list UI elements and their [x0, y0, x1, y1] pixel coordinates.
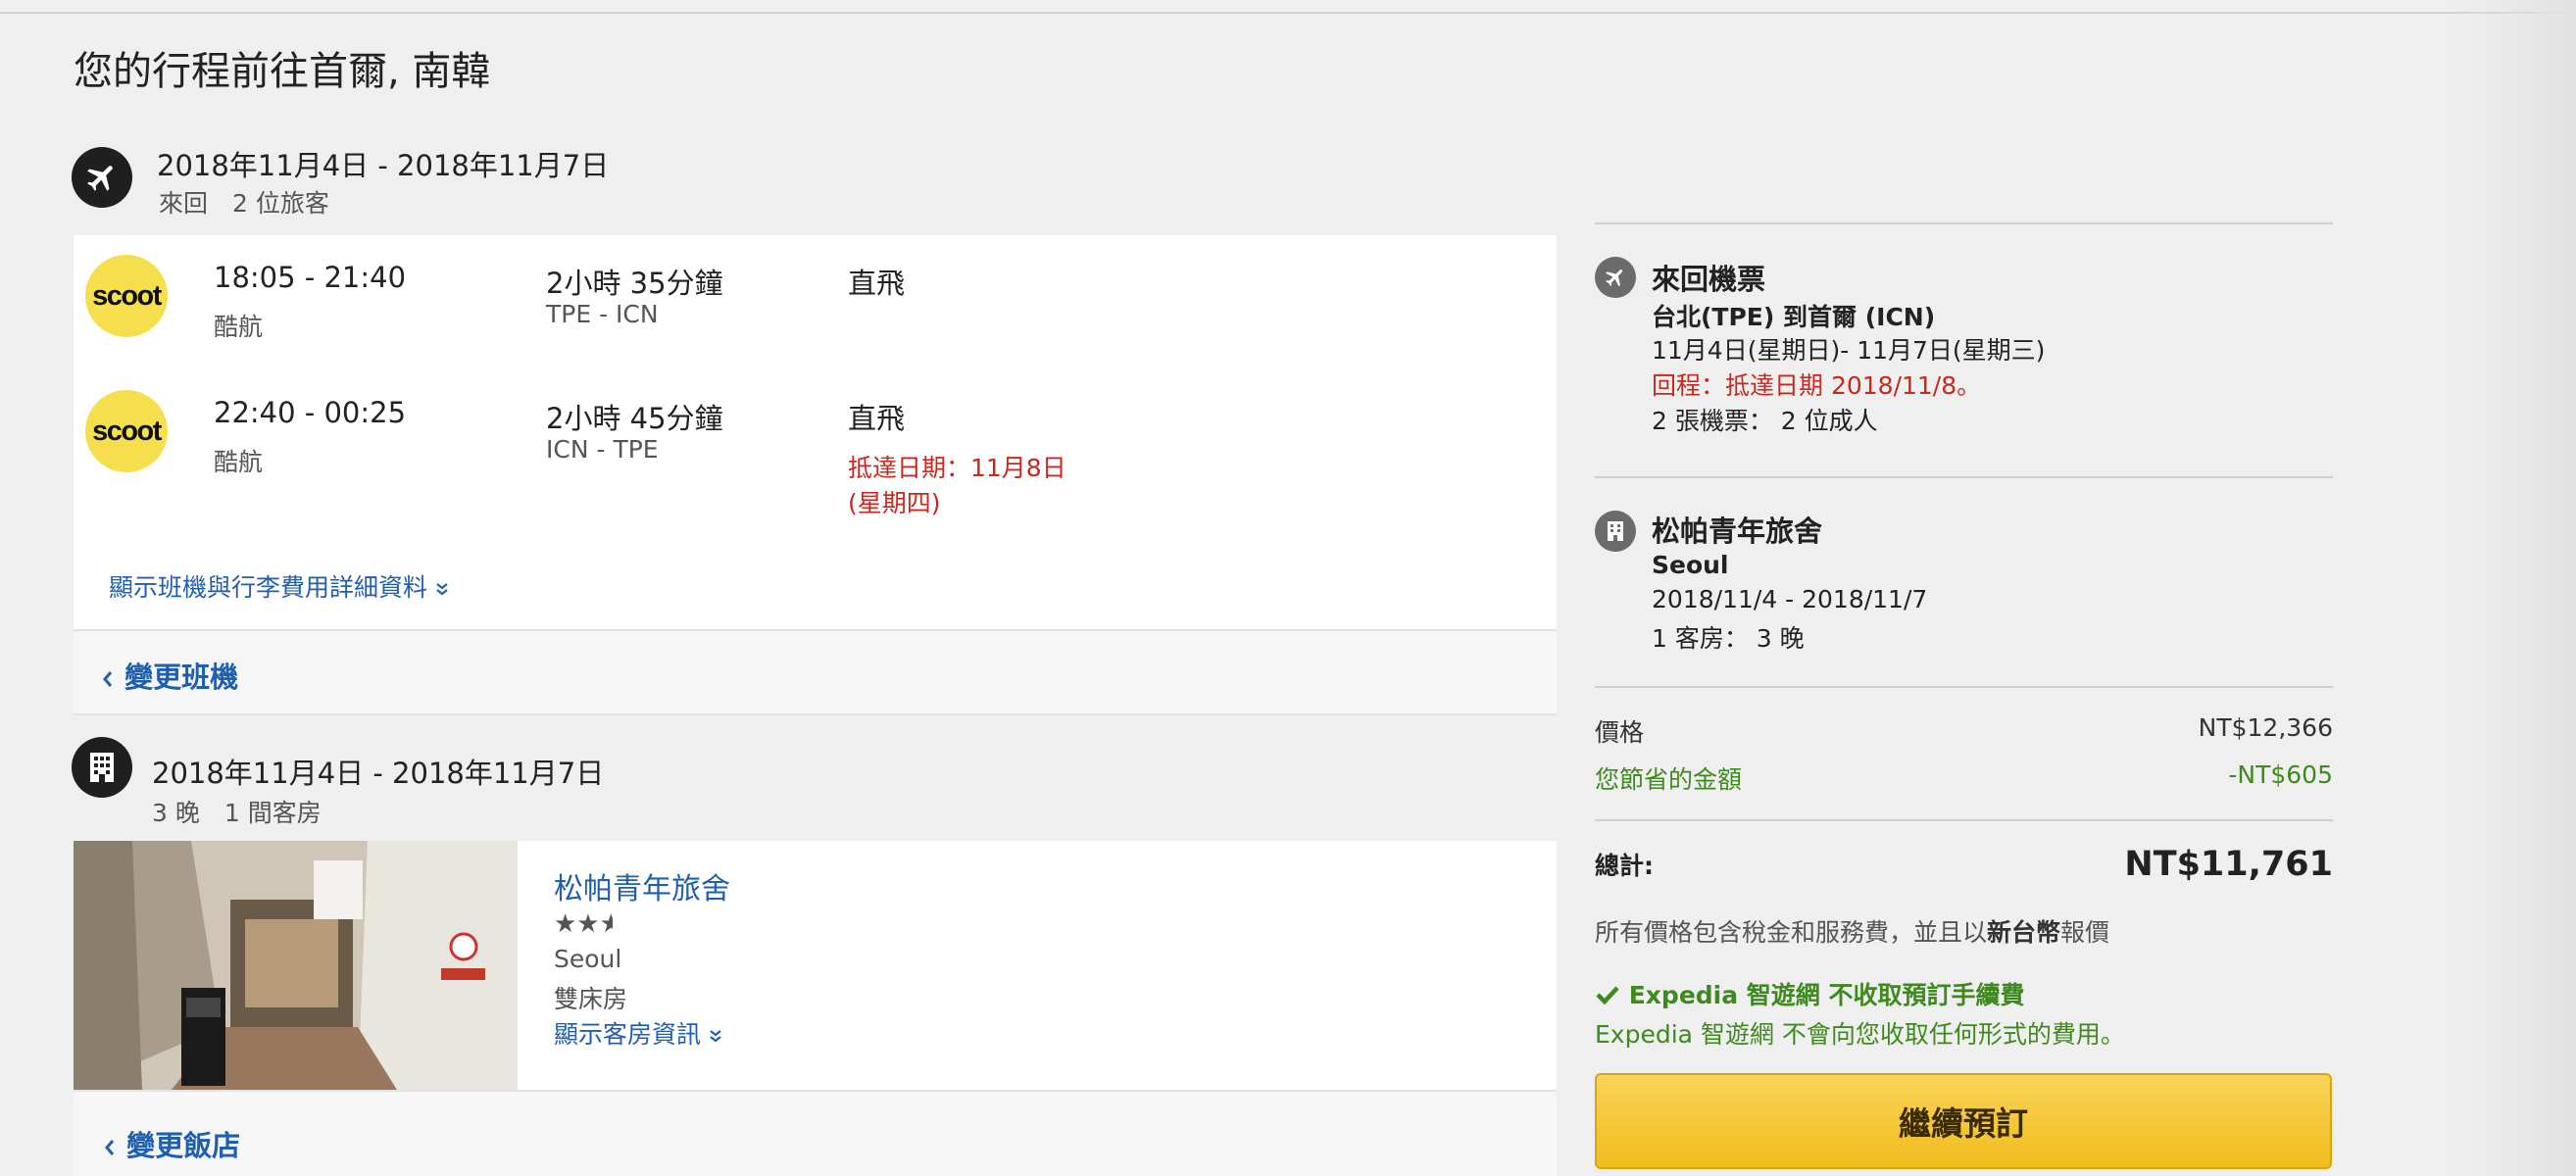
- page-title: 您的行程前往首爾, 南韓: [74, 49, 491, 94]
- leg-stops: 直飛: [848, 267, 906, 300]
- leg-stops: 直飛: [848, 402, 906, 435]
- summary-flight-dates: 11月4日(星期日)- 11月7日(星期三): [1652, 336, 2046, 365]
- tax-note: 所有價格包含稅金和服務費，並且以新台幣報價: [1595, 913, 2109, 949]
- change-hotel-button[interactable]: 變更飯店: [103, 1123, 240, 1164]
- leg-route: TPE - ICN: [546, 300, 659, 328]
- summary-divider: [1595, 222, 2333, 224]
- arrival-weekday-note: (星期四): [848, 489, 941, 517]
- leg-airline: 酷航: [214, 448, 264, 476]
- leg-times: 22:40 - 00:25: [214, 396, 407, 429]
- hotel-dates: 2018年11月4日 - 2018年11月7日: [152, 757, 605, 790]
- summary-flight-title: 來回機票: [1652, 263, 1766, 296]
- double-chevron-down-icon: [436, 583, 448, 596]
- airplane-icon: [1595, 257, 1636, 298]
- no-fee-text: Expedia 智遊網 不會向您收取任何形式的費用。: [1595, 1020, 2125, 1049]
- half-star-icon: ★: [599, 909, 613, 939]
- airplane-icon: [72, 147, 132, 208]
- total-label: 總計:: [1595, 852, 1654, 880]
- price-label: 價格: [1595, 718, 1645, 747]
- summary-hotel-city: Seoul: [1652, 551, 1729, 579]
- double-chevron-down-icon: [710, 1030, 721, 1043]
- building-icon: [72, 737, 132, 798]
- room-info-label: 顯示客房資訊: [554, 1020, 702, 1049]
- flight-details-link[interactable]: 顯示班機與行李費用詳細資料: [109, 568, 449, 604]
- change-hotel-bar: 變更飯店: [74, 1090, 1557, 1176]
- summary-ticket-count: 2 張機票： 2 位成人: [1652, 407, 1878, 435]
- summary-hotel-title: 松帕青年旅舍: [1652, 514, 1823, 548]
- leg-airline: 酷航: [214, 313, 264, 341]
- checkmark-icon: [1596, 986, 1619, 1005]
- scoot-logo: scoot: [85, 255, 168, 337]
- top-divider: [0, 12, 2576, 14]
- star-icons: ★★: [554, 909, 600, 939]
- summary-hotel-rooms: 1 客房： 3 晚: [1652, 624, 1805, 653]
- savings-label: 您節省的金額: [1595, 765, 1743, 794]
- chevron-left-icon: [103, 671, 113, 687]
- change-hotel-label: 變更飯店: [126, 1129, 241, 1162]
- leg-times: 18:05 - 21:40: [214, 261, 407, 294]
- no-fee-title: Expedia 智遊網 不收取預訂手續費: [1595, 976, 2025, 1011]
- summary-hotel-dates: 2018/11/4 - 2018/11/7: [1652, 585, 1928, 613]
- room-info-link[interactable]: 顯示客房資訊: [554, 1015, 722, 1051]
- leg-route: ICN - TPE: [546, 435, 659, 464]
- change-flight-bar: 變更班機: [74, 629, 1557, 715]
- hotel-name-link[interactable]: 松帕青年旅舍: [554, 864, 730, 907]
- summary-return-note: 回程：抵達日期 2018/11/8。: [1652, 371, 1982, 400]
- flight-trip-info: 來回 2 位旅客: [159, 189, 329, 218]
- summary-divider: [1595, 476, 2333, 478]
- summary-divider: [1595, 819, 2333, 821]
- tax-note-currency: 新台幣: [1987, 918, 2061, 947]
- leg-duration: 2小時 35分鐘: [546, 267, 723, 300]
- flight-card: scoot 18:05 - 21:40 酷航 2小時 35分鐘 TPE - IC…: [74, 235, 1557, 629]
- building-icon: [1595, 511, 1636, 552]
- continue-booking-button[interactable]: 繼續預訂: [1595, 1073, 2332, 1169]
- total-value: NT$11,761: [2124, 845, 2333, 884]
- change-flight-button[interactable]: 變更班機: [101, 655, 238, 696]
- hotel-city: Seoul: [554, 945, 622, 973]
- flight-dates: 2018年11月4日 - 2018年11月7日: [157, 149, 610, 182]
- price-value: NT$12,366: [2198, 713, 2333, 742]
- change-flight-label: 變更班機: [124, 661, 239, 694]
- star-rating: ★★★: [554, 909, 613, 939]
- scoot-logo: scoot: [85, 390, 168, 472]
- leg-duration: 2小時 45分鐘: [546, 402, 723, 435]
- hotel-card: 松帕青年旅舍 ★★★ Seoul 雙床房 顯示客房資訊: [74, 841, 1557, 1090]
- chevron-left-icon: [105, 1140, 115, 1155]
- hotel-stay-info: 3 晚 1 間客房: [152, 799, 322, 827]
- hotel-photo[interactable]: [74, 841, 518, 1090]
- flight-details-label: 顯示班機與行李費用詳細資料: [109, 573, 428, 602]
- right-edge-shade: [2451, 0, 2576, 1176]
- tax-note-part1: 所有價格包含稅金和服務費，並且以: [1595, 918, 1988, 947]
- room-type: 雙床房: [554, 985, 628, 1013]
- tax-note-part2: 報價: [2060, 918, 2110, 947]
- arrival-date-note: 抵達日期：11月8日: [848, 454, 1066, 482]
- no-fee-title-text: Expedia 智遊網 不收取預訂手續費: [1628, 981, 2025, 1009]
- savings-value: -NT$605: [2228, 760, 2333, 789]
- summary-flight-route: 台北(TPE) 到首爾 (ICN): [1652, 303, 1936, 331]
- summary-divider: [1595, 686, 2333, 688]
- continue-booking-label: 繼續預訂: [1899, 1104, 2028, 1143]
